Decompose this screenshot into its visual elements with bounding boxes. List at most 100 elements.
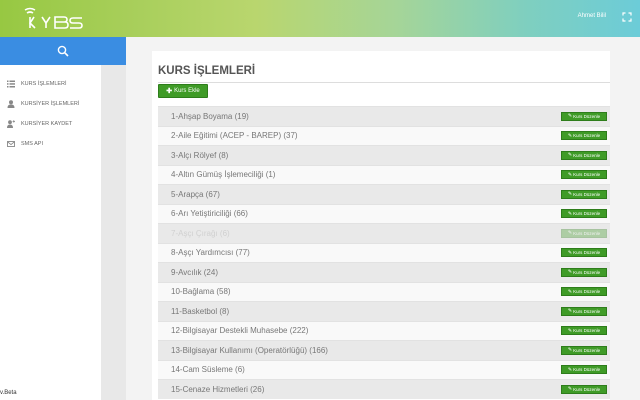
course-name[interactable]: 15-Cenaze Hizmetleri (26) (158, 385, 264, 394)
course-name[interactable]: 13-Bilgisayar Kullanımı (Operatörlüğü) (… (158, 346, 328, 355)
pencil-icon: ✎ (567, 288, 573, 295)
course-name[interactable]: 6-Arı Yetiştiriciliği (66) (158, 209, 248, 218)
course-row: 8-Aşçı Yardımcısı (77) ✎ Kurs Düzenle (158, 242, 610, 262)
course-row: 3-Alçı Rölyef (8) ✎ Kurs Düzenle (158, 145, 610, 165)
course-row: 15-Cenaze Hizmetleri (26) ✎ Kurs Düzenle (158, 379, 610, 399)
edit-course-label: Kurs Düzenle (573, 172, 601, 178)
edit-course-button[interactable]: ✎ Kurs Düzenle (561, 365, 607, 375)
add-course-button[interactable]: ✚ Kurs Ekle (158, 84, 208, 98)
course-name[interactable]: 7-Aşçı Çırağı (6) (158, 229, 230, 238)
edit-course-button[interactable]: ✎ Kurs Düzenle (561, 228, 607, 238)
course-name[interactable]: 2-Aile Eğitimi (ACEP - BAREP) (37) (158, 131, 298, 140)
title-divider (158, 82, 610, 83)
edit-course-button[interactable]: ✎ Kurs Düzenle (561, 131, 607, 141)
course-name[interactable]: 8-Aşçı Yardımcısı (77) (158, 248, 250, 257)
course-row: 13-Bilgisayar Kullanımı (Operatörlüğü) (… (158, 340, 610, 360)
edit-course-label: Kurs Düzenle (573, 289, 601, 295)
edit-course-button[interactable]: ✎ Kurs Düzenle (561, 170, 607, 180)
edit-course-button[interactable]: ✎ Kurs Düzenle (561, 209, 607, 219)
sidebar-item-sms-api[interactable]: SMS API (0, 134, 100, 154)
top-bar: Ahmet Bilil (0, 0, 640, 37)
pencil-icon: ✎ (567, 152, 573, 159)
edit-course-label: Kurs Düzenle (573, 250, 601, 256)
course-name[interactable]: 10-Bağlama (58) (158, 287, 231, 296)
list-icon (7, 80, 15, 88)
course-name[interactable]: 3-Alçı Rölyef (8) (158, 151, 228, 160)
pencil-icon: ✎ (567, 386, 573, 393)
course-name[interactable]: 14-Cam Süsleme (6) (158, 365, 245, 374)
edit-course-button[interactable]: ✎ Kurs Düzenle (561, 306, 607, 316)
course-row: 10-Bağlama (58) ✎ Kurs Düzenle (158, 281, 610, 301)
version-label: v.Beta (0, 390, 17, 396)
course-name[interactable]: 4-Altın Gümüş İşlemeciliği (1) (158, 170, 275, 179)
course-row: 14-Cam Süsleme (6) ✎ Kurs Düzenle (158, 359, 610, 379)
edit-course-label: Kurs Düzenle (573, 367, 601, 373)
kybs-logo[interactable] (22, 6, 108, 32)
course-name[interactable]: 1-Ahşap Boyama (19) (158, 112, 249, 121)
edit-course-button[interactable]: ✎ Kurs Düzenle (561, 345, 607, 355)
sidebar-search[interactable] (0, 37, 126, 65)
sidebar-scrollbar[interactable] (101, 65, 126, 400)
edit-course-label: Kurs Düzenle (573, 308, 601, 314)
sidebar-item-label: KURS İŞLEMLERİ (21, 81, 67, 87)
course-row: 5-Arapça (67) ✎ Kurs Düzenle (158, 184, 610, 204)
plus-icon: ✚ (166, 88, 173, 95)
edit-course-label: Kurs Düzenle (573, 230, 601, 236)
course-name[interactable]: 11-Basketbol (8) (158, 307, 229, 316)
sidebar-item-kursiyer-islemleri[interactable]: KURSİYER İŞLEMLERİ (0, 94, 100, 114)
sidebar: KURS İŞLEMLERİ KURSİYER İŞLEMLERİ KURSİY… (0, 37, 126, 400)
course-row: 2-Aile Eğitimi (ACEP - BAREP) (37) ✎ Kurs … (158, 125, 610, 145)
sidebar-item-kurs-islemleri[interactable]: KURS İŞLEMLERİ (0, 74, 100, 94)
edit-course-label: Kurs Düzenle (573, 328, 601, 334)
course-row: 11-Basketbol (8) ✎ Kurs Düzenle (158, 301, 610, 321)
mail-icon (7, 141, 15, 147)
course-row: 6-Arı Yetiştiriciliği (66) ✎ Kurs Düzenle (158, 203, 610, 223)
edit-course-button[interactable]: ✎ Kurs Düzenle (561, 248, 607, 258)
user-add-icon (7, 120, 15, 128)
pencil-icon: ✎ (567, 308, 573, 315)
main-content: KURS İŞLEMLERİ ✚ Kurs Ekle 1-Ahşap Boyam… (126, 37, 640, 400)
user-icon (7, 100, 15, 108)
edit-course-button[interactable]: ✎ Kurs Düzenle (561, 326, 607, 336)
edit-course-label: Kurs Düzenle (573, 386, 601, 392)
edit-course-button[interactable]: ✎ Kurs Düzenle (561, 111, 607, 121)
sidebar-item-label: SMS API (21, 141, 44, 147)
edit-course-button[interactable]: ✎ Kurs Düzenle (561, 384, 607, 394)
pencil-icon: ✎ (567, 347, 573, 354)
add-course-label: Kurs Ekle (174, 88, 200, 94)
pencil-icon: ✎ (567, 249, 573, 256)
course-row: 9-Avcılık (24) ✎ Kurs Düzenle (158, 262, 610, 282)
pencil-icon: ✎ (567, 269, 573, 276)
pencil-icon: ✎ (567, 366, 573, 373)
page-title: KURS İŞLEMLERİ (158, 65, 256, 77)
pencil-icon: ✎ (567, 191, 573, 198)
edit-course-label: Kurs Düzenle (573, 152, 601, 158)
pencil-icon: ✎ (567, 210, 573, 217)
course-name[interactable]: 5-Arapça (67) (158, 190, 220, 199)
edit-course-label: Kurs Düzenle (573, 211, 601, 217)
edit-course-label: Kurs Düzenle (573, 133, 601, 139)
edit-course-button[interactable]: ✎ Kurs Düzenle (561, 150, 607, 160)
user-name[interactable]: Ahmet Bilil (578, 13, 606, 19)
edit-course-button[interactable]: ✎ Kurs Düzenle (561, 189, 607, 199)
edit-course-label: Kurs Düzenle (573, 113, 601, 119)
expand-icon[interactable] (622, 12, 632, 22)
pencil-icon: ✎ (567, 113, 573, 120)
course-row: 12-Bilgisayar Destekli Muhasebe (222) ✎ Ku… (158, 320, 610, 340)
course-row: 4-Altın Gümüş İşlemeciliği (1) ✎ Kurs Düze… (158, 164, 610, 184)
edit-course-button[interactable]: ✎ Kurs Düzenle (561, 267, 607, 277)
course-row: 7-Aşçı Çırağı (6) ✎ Kurs Düzenle (158, 223, 610, 243)
pencil-icon: ✎ (567, 171, 573, 178)
edit-course-button[interactable]: ✎ Kurs Düzenle (561, 287, 607, 297)
edit-course-label: Kurs Düzenle (573, 191, 601, 197)
course-name[interactable]: 9-Avcılık (24) (158, 268, 218, 277)
sidebar-item-kursiyer-kaydet[interactable]: KURSİYER KAYDET (0, 114, 100, 134)
search-icon[interactable] (57, 45, 69, 57)
pencil-icon: ✎ (567, 132, 573, 139)
edit-course-label: Kurs Düzenle (573, 269, 601, 275)
edit-course-label: Kurs Düzenle (573, 347, 601, 353)
course-list: 1-Ahşap Boyama (19) ✎ Kurs Düzenle 2-Aile E… (158, 106, 610, 399)
course-row: 1-Ahşap Boyama (19) ✎ Kurs Düzenle (158, 106, 610, 126)
sidebar-item-label: KURSİYER KAYDET (21, 121, 73, 127)
course-name[interactable]: 12-Bilgisayar Destekli Muhasebe (222) (158, 326, 308, 335)
